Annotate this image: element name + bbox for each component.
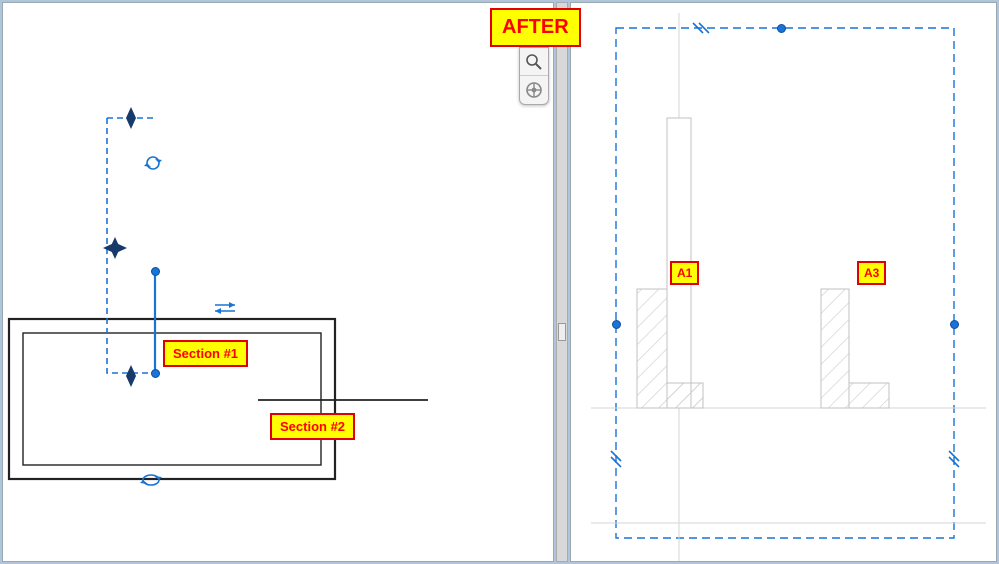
annotation-a3: A3: [857, 261, 886, 285]
crop-handle-left[interactable]: [612, 320, 621, 329]
steering-tool-button[interactable]: [520, 76, 548, 104]
crop-handle-right[interactable]: [950, 320, 959, 329]
magnifier-icon: [525, 53, 543, 71]
annotation-after: AFTER: [490, 8, 581, 47]
left-drawing-viewport[interactable]: Section #1 Section #2: [2, 2, 554, 562]
viewport-splitter[interactable]: [556, 2, 568, 562]
steering-icon: [525, 81, 543, 99]
section-endpoint-handle[interactable]: [151, 267, 160, 276]
crop-handle-top[interactable]: [777, 24, 786, 33]
annotation-a1: A1: [670, 261, 699, 285]
left-drawing-svg: [3, 3, 555, 563]
right-drawing-viewport[interactable]: A1 A3: [570, 2, 997, 562]
magnifier-tool-button[interactable]: [520, 48, 548, 76]
view-tool-palette: [519, 47, 549, 105]
annotation-section-2: Section #2: [270, 413, 355, 440]
splitter-grip[interactable]: [558, 323, 566, 341]
section-endpoint-handle[interactable]: [151, 369, 160, 378]
annotation-section-1: Section #1: [163, 340, 248, 367]
right-drawing-svg: [571, 3, 999, 563]
